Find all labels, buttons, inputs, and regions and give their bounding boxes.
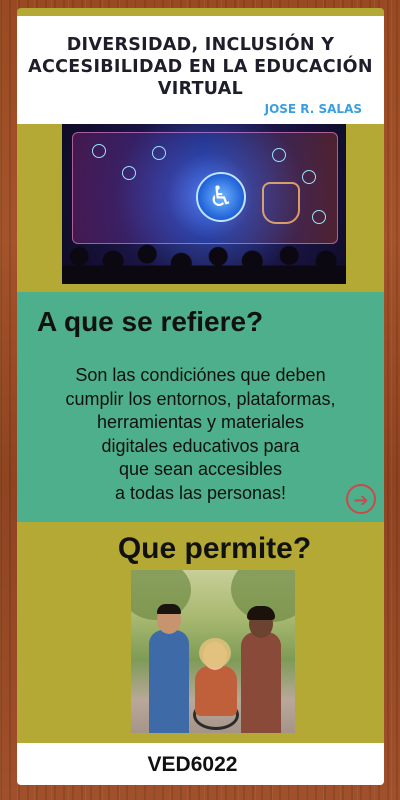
music-icon: [312, 210, 326, 224]
page-title: DIVERSIDAD, INCLUSIÓN Y ACCESIBILIDAD EN…: [28, 35, 373, 99]
header: DIVERSIDAD, INCLUSIÓN Y ACCESIBILIDAD EN…: [17, 16, 384, 124]
definition-line: digitales educativos para: [101, 435, 300, 456]
gear-icon: [302, 170, 316, 184]
person-icon: [122, 166, 136, 180]
accessibility-technology-image: ♿: [62, 124, 346, 284]
section-heading-definition: A que se refiere?: [37, 306, 264, 337]
diverse-people-photo: [131, 570, 295, 733]
author-name: JOSE R. SALAS: [264, 102, 362, 116]
arrow-right-circle-icon[interactable]: ➔: [346, 484, 376, 514]
hair: [247, 606, 275, 620]
hair: [199, 638, 231, 668]
course-code: VED6022: [147, 753, 238, 776]
definition-line: a todas las personas!: [114, 482, 287, 503]
definition-line: herramientas y materiales: [96, 412, 305, 432]
person-woman-wheelchair: [195, 666, 237, 716]
definition-line: que sean accesibles: [118, 459, 283, 479]
eye-icon: [92, 144, 106, 158]
footer: VED6022: [17, 743, 384, 785]
hand-icon: [262, 182, 300, 224]
person-woman: [241, 632, 281, 733]
infographic-board: DIVERSIDAD, INCLUSIÓN Y ACCESIBILIDAD EN…: [17, 8, 384, 785]
hair: [157, 604, 181, 614]
ear-icon: [152, 146, 166, 160]
wheelchair-icon: ♿: [196, 172, 246, 222]
crowd-silhouette: [62, 238, 346, 284]
brain-icon: [272, 148, 286, 162]
definition-text: Son las condiciónes que deben cumplir lo…: [17, 364, 384, 505]
definition-line: cumplir los entornos, plataformas,: [65, 388, 336, 409]
definition-line: Son las condiciónes que deben: [75, 365, 326, 385]
section-heading-benefits: Que permite?: [117, 532, 312, 565]
person-man: [149, 630, 189, 733]
